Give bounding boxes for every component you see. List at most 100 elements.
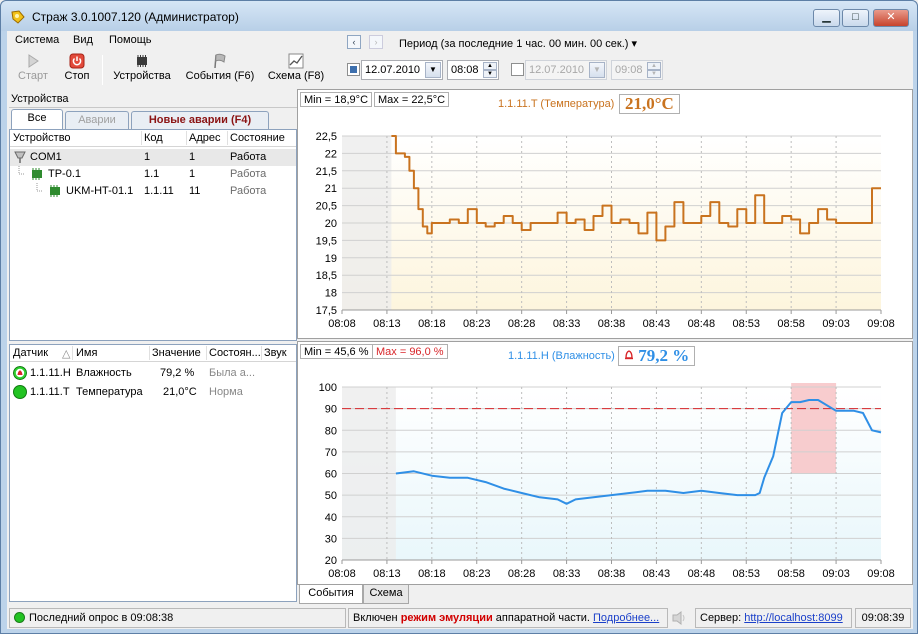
col-state[interactable]: Состояние [230, 132, 285, 144]
server-panel: Сервер: http://localhost:8099 [695, 608, 852, 628]
device-row-ukm[interactable]: UKM-HT-01.1 1.1.11 11 Работа [10, 183, 296, 200]
temperature-chart[interactable]: Min = 18,9°C Max = 22,5°C 1.1.11.T (Темп… [297, 89, 913, 339]
app-logo-icon [11, 10, 25, 24]
tab-new-alarms[interactable]: Новые аварии (F4) [131, 111, 269, 129]
connection-status-icon [14, 612, 25, 623]
details-link[interactable]: Подробнее... [593, 612, 659, 624]
spin-down-icon[interactable]: ▼ [647, 70, 661, 78]
device-state: Работа [230, 151, 267, 163]
tab-alarms[interactable]: Аварии [65, 111, 129, 129]
spin-down-icon[interactable]: ▼ [483, 70, 497, 78]
sensor-id: 1.1.11.T [30, 386, 70, 398]
menu-help[interactable]: Помощь [109, 34, 152, 46]
y-tick-label: 100 [319, 382, 337, 394]
col-value[interactable]: Значение [152, 347, 201, 359]
x-tick-label: 08:13 [373, 568, 401, 580]
tab-events[interactable]: События [299, 585, 363, 604]
y-tick-label: 40 [325, 512, 337, 524]
spin-up-icon[interactable]: ▲ [483, 62, 497, 70]
prev-period-button[interactable]: ‹ [347, 35, 361, 49]
sensor-list[interactable]: Датчик △ Имя Значение Состоян... Звук 1.… [9, 344, 297, 602]
calendar-dropdown-icon[interactable]: ▼ [425, 62, 441, 78]
hum-current-value: 79,2 % [618, 346, 696, 366]
x-tick-label: 08:58 [777, 318, 805, 330]
y-tick-label: 22,5 [316, 131, 337, 143]
sensor-state: Норма [209, 386, 243, 398]
events-button[interactable]: События (F6) [183, 53, 257, 87]
hum-plot: 100 90 80 70 60 50 40 30 2008:08 08:13 08:18 08:23 0… [319, 382, 895, 580]
spin-up-icon[interactable]: ▲ [647, 62, 661, 70]
y-tick-label: 17,5 [316, 305, 337, 317]
device-row-com1[interactable]: COM1 1 1 Работа [10, 149, 296, 166]
alarm-bell-icon [625, 350, 633, 360]
to-time-input[interactable]: 09:08 ▲ ▼ [611, 60, 663, 80]
server-url-link[interactable]: http://localhost:8099 [744, 612, 842, 624]
close-button[interactable]: ✕ [873, 9, 909, 27]
device-name: UKM-HT-01.1 [66, 185, 134, 197]
device-tree[interactable]: Устройство Код Адрес Состояние COM1 1 1 … [9, 129, 297, 341]
humidity-chart[interactable]: Min = 45,6 % Max = 96,0 % 1.1.11.H (Влаж… [297, 341, 913, 585]
maximize-button[interactable]: □ [842, 9, 869, 27]
scheme-button[interactable]: Схема (F8) [267, 53, 325, 87]
calendar-dropdown-icon[interactable]: ▼ [589, 62, 605, 78]
port-icon [14, 151, 26, 163]
col-code[interactable]: Код [144, 132, 163, 144]
tab-scheme[interactable]: Схема [363, 585, 409, 604]
sensor-row-temperature[interactable]: 1.1.11.T Температура 21,0°C Норма [10, 383, 296, 402]
minimize-button[interactable]: ▁ [813, 9, 840, 27]
device-row-tp[interactable]: TP-0.1 1.1 1 Работа [10, 166, 296, 183]
title-bar: Страж 3.0.1007.120 (Администратор) ▁ □ ✕ [1, 1, 917, 31]
stop-button[interactable]: Стоп [59, 53, 95, 87]
from-time-input[interactable]: 08:08 ▲ ▼ [447, 60, 499, 80]
chart-header: Min = 45,6 % Max = 96,0 % 1.1.11.H (Влаж… [298, 342, 912, 366]
start-label: Старт [18, 70, 48, 82]
x-tick-label: 08:48 [688, 318, 716, 330]
temp-max-label: Max = 22,5°C [374, 92, 450, 107]
date-range-bar: 12.07.2010 ▼ 08:08 ▲ ▼ 12.07.2010 ▼ 09:08… [343, 59, 913, 81]
column-divider [261, 346, 262, 360]
y-tick-label: 20,5 [316, 201, 337, 213]
devices-button[interactable]: Устройства [109, 53, 175, 87]
start-button[interactable]: Старт [13, 53, 53, 87]
col-device[interactable]: Устройство [13, 132, 71, 144]
next-period-button[interactable]: › [369, 35, 383, 49]
sensor-row-humidity[interactable]: 1.1.11.H Влажность 79,2 % Была а... [10, 364, 296, 383]
period-selector[interactable]: Период (за последние 1 час. 00 мин. 00 с… [399, 37, 637, 50]
server-label: Сервер: [700, 612, 745, 624]
col-sound[interactable]: Звук [264, 347, 287, 359]
hum-min-label: Min = 45,6 % [300, 344, 373, 359]
tab-all[interactable]: Все [11, 109, 63, 129]
power-icon [69, 53, 85, 69]
from-date-picker[interactable]: 12.07.2010 ▼ [361, 60, 443, 80]
x-tick-label: 08:28 [508, 568, 536, 580]
period-nav: ‹ › Период (за последние 1 час. 00 мин. … [343, 33, 913, 53]
column-divider [72, 346, 73, 360]
menu-view[interactable]: Вид [73, 34, 93, 46]
col-name[interactable]: Имя [76, 347, 97, 359]
x-tick-label: 09:08 [867, 568, 895, 580]
col-state[interactable]: Состоян... [209, 347, 261, 359]
device-name: TP-0.1 [48, 168, 82, 180]
time-spinner[interactable]: ▲ ▼ [483, 62, 497, 78]
y-tick-label: 21,5 [316, 166, 337, 178]
sensor-value: 79,2 % [160, 367, 195, 379]
x-tick-label: 08:18 [418, 318, 446, 330]
play-icon [28, 54, 39, 68]
ok-status-icon [13, 385, 27, 399]
y-tick-label: 50 [325, 490, 337, 502]
col-address[interactable]: Адрес [189, 132, 221, 144]
speaker-icon[interactable] [670, 610, 690, 626]
column-divider [141, 131, 142, 145]
events-label: События (F6) [185, 70, 255, 82]
y-tick-label: 19,5 [316, 235, 337, 247]
y-tick-label: 20 [325, 218, 337, 230]
col-sensor[interactable]: Датчик [13, 347, 48, 359]
devices-label: Устройства [113, 70, 171, 82]
menu-system[interactable]: Система [15, 34, 59, 46]
to-date-picker[interactable]: 12.07.2010 ▼ [525, 60, 607, 80]
to-date-checkbox[interactable] [511, 63, 524, 76]
column-divider [186, 131, 187, 145]
from-date-checkbox[interactable] [347, 63, 360, 76]
column-divider [227, 131, 228, 145]
time-spinner[interactable]: ▲ ▼ [647, 62, 661, 78]
